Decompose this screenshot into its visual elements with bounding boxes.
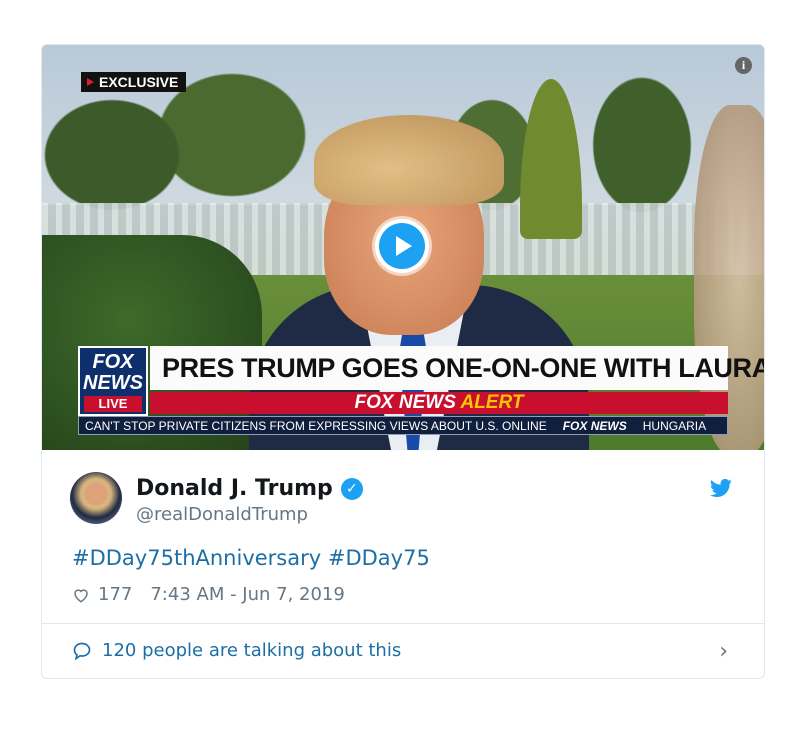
tweet-meta: 177 7:43 AM - Jun 7, 2019	[72, 584, 345, 605]
news-ticker: CAN'T STOP PRIVATE CITIZENS FROM EXPRESS…	[78, 416, 728, 435]
fox-news-logo: FOX NEWS LIVE	[78, 346, 148, 416]
play-icon	[379, 223, 425, 269]
exclusive-badge: EXCLUSIVE	[81, 72, 187, 92]
tweet-timestamp[interactable]: 7:43 AM - Jun 7, 2019	[150, 584, 344, 605]
like-count[interactable]: 177	[98, 584, 132, 605]
news-headline: PRES TRUMP GOES ONE-ON-ONE WITH LAURA	[150, 346, 764, 390]
tweet-text[interactable]: #DDay75thAnniversary #DDay75	[72, 546, 430, 570]
news-alert-bar: FOX NEWS ALERT	[150, 392, 728, 414]
heart-icon[interactable]	[72, 586, 90, 604]
info-icon[interactable]: i	[735, 57, 752, 74]
tweet-body: Donald J. Trump ✓ @realDonaldTrump #DDay…	[42, 450, 764, 623]
play-button[interactable]	[375, 219, 429, 273]
author-handle[interactable]: @realDonaldTrump	[136, 504, 308, 525]
avatar[interactable]	[70, 472, 122, 524]
author-name[interactable]: Donald J. Trump	[136, 476, 333, 501]
video-player[interactable]: EXCLUSIVE i FOX NEWS LIVE PRES TRUMP GOE…	[42, 45, 764, 450]
conversation-link[interactable]: 120 people are talking about this ›	[42, 623, 764, 678]
red-arrow-icon	[87, 78, 94, 86]
news-lower-third: FOX NEWS LIVE PRES TRUMP GOES ONE-ON-ONE…	[78, 346, 764, 438]
verified-badge-icon: ✓	[340, 477, 363, 500]
chevron-right-icon[interactable]: ›	[719, 639, 728, 664]
talking-count-label: 120 people are talking about this	[102, 640, 402, 661]
embedded-tweet-card: EXCLUSIVE i FOX NEWS LIVE PRES TRUMP GOE…	[41, 44, 765, 679]
speech-bubble-icon	[73, 642, 91, 660]
twitter-bird-icon[interactable]	[709, 479, 733, 499]
